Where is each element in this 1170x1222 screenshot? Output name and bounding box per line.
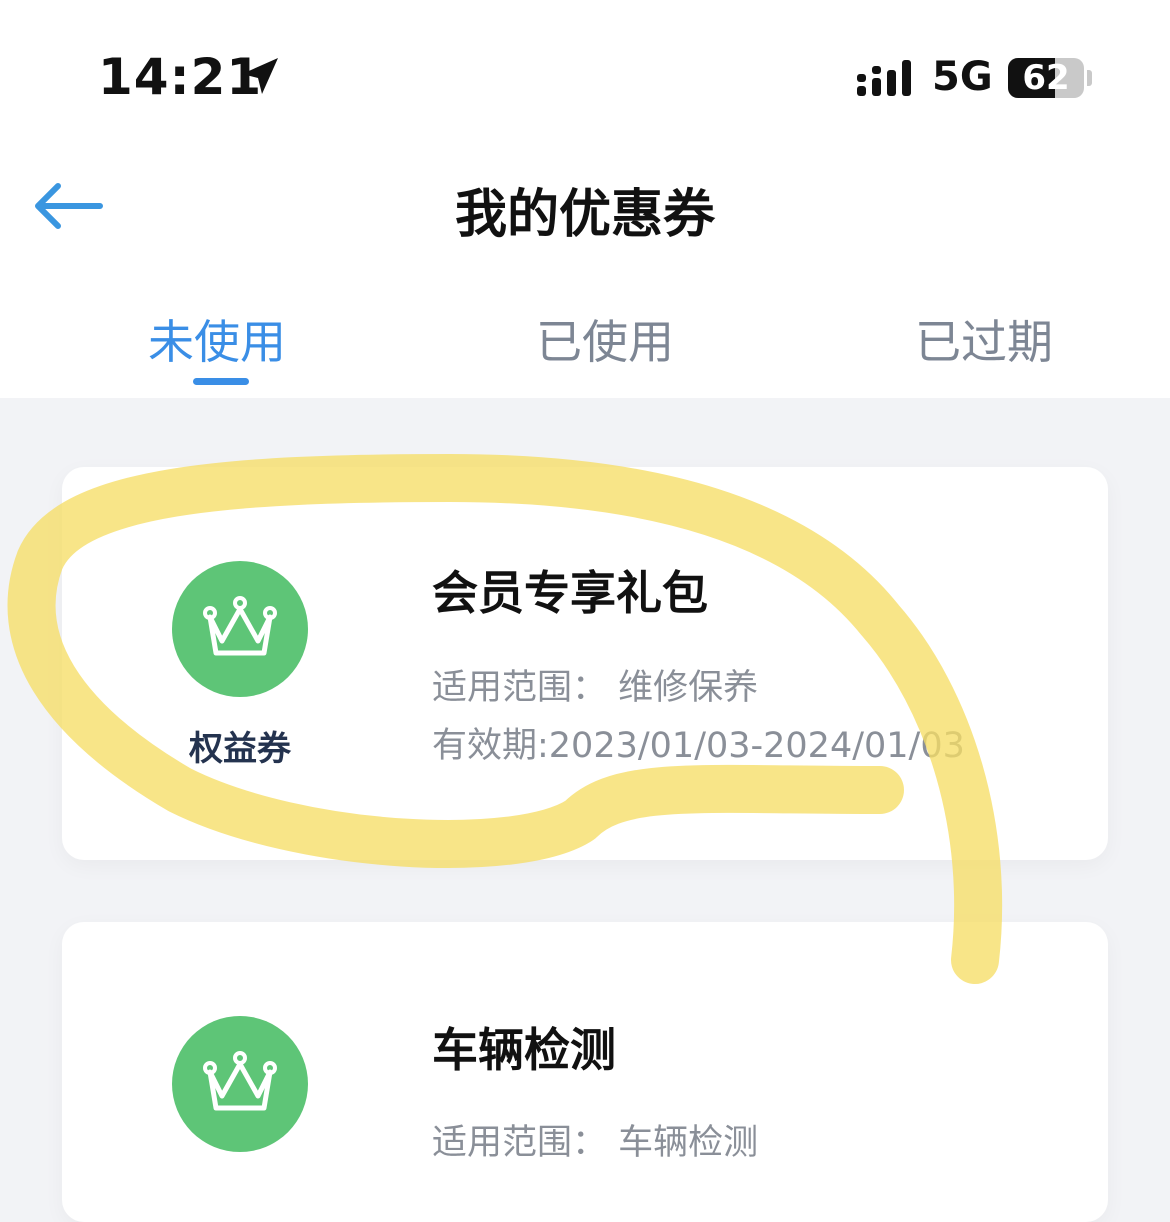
network-type: 5G — [932, 54, 993, 100]
signal-icon — [857, 60, 911, 96]
tab-used[interactable]: 已使用 — [536, 306, 674, 372]
tab-expired[interactable]: 已过期 — [915, 306, 1053, 372]
battery-cap — [1087, 70, 1092, 86]
battery-level: 62 — [1022, 58, 1070, 98]
coupon-title: 会员专享礼包 — [432, 566, 708, 620]
coupon-type-label: 权益券 — [189, 729, 291, 769]
page-title: 我的优惠券 — [454, 185, 715, 245]
coupon-card[interactable]: 权益券 会员专享礼包 适用范围： 维修保养 有效期:2023/01/03-202… — [62, 467, 1108, 860]
coupon-scope: 适用范围： 车辆检测 — [432, 1123, 759, 1163]
coupon-title: 车辆检测 — [432, 1023, 616, 1077]
battery-icon: 62 — [1008, 58, 1084, 98]
location-arrow-icon — [242, 58, 278, 94]
coupon-scope: 适用范围： 维修保养 — [432, 668, 759, 708]
coupon-card[interactable]: 车辆检测 适用范围： 车辆检测 — [62, 922, 1108, 1222]
coupon-badge — [172, 1016, 308, 1152]
coupon-badge — [172, 561, 308, 697]
tab-unused[interactable]: 未使用 — [148, 306, 286, 372]
active-tab-indicator — [193, 378, 249, 385]
coupon-validity: 有效期:2023/01/03-2024/01/03 — [432, 726, 965, 766]
crown-icon — [203, 1051, 277, 1111]
crown-icon — [203, 596, 277, 656]
